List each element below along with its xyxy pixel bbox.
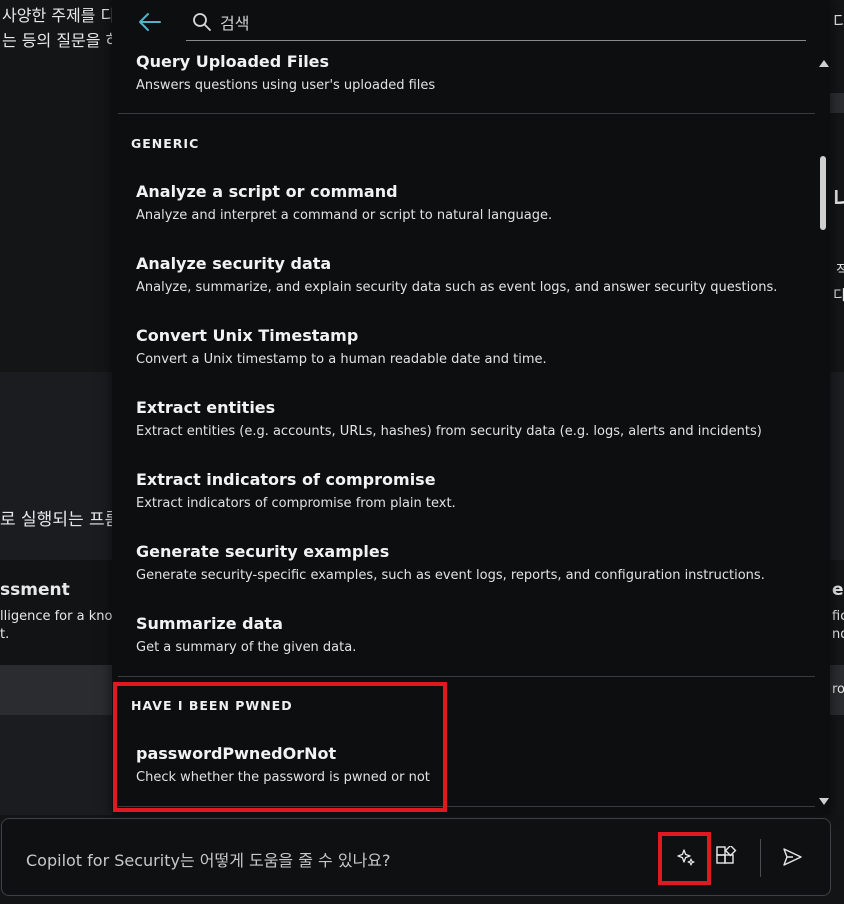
prompt-item-extract-entities[interactable]: Extract entities Extract entities (e.g. … [136, 398, 796, 441]
prompt-item-query-uploaded-files[interactable]: Query Uploaded Files Answers questions u… [136, 52, 796, 95]
prompt-description: Extract entities (e.g. accounts, URLs, h… [136, 424, 762, 439]
section-divider [118, 806, 815, 807]
prompt-title: Summarize data [136, 614, 283, 633]
prompt-item-extract-ioc[interactable]: Extract indicators of compromise Extract… [136, 470, 796, 513]
scrollbar[interactable] [816, 46, 830, 814]
prompt-input[interactable] [24, 847, 628, 873]
plugins-grid-icon[interactable] [710, 841, 742, 873]
prompt-title: Analyze a script or command [136, 182, 398, 201]
prompt-title: Convert Unix Timestamp [136, 326, 359, 345]
prompt-title: Query Uploaded Files [136, 52, 330, 71]
search-icon [192, 12, 212, 32]
background-text: 로 실행되는 프롬 [0, 510, 121, 530]
prompt-description: Analyze, summarize, and explain security… [136, 280, 778, 295]
background-card-desc: nd [832, 627, 844, 642]
prompt-title: Extract entities [136, 398, 276, 417]
search-field [186, 6, 806, 41]
background-left-band [0, 372, 112, 560]
prompt-description: Generate security-specific examples, suc… [136, 568, 765, 583]
background-strip-text: ro [832, 682, 844, 697]
background-text: 는 등의 질문을 하 [2, 31, 121, 50]
background-text: 디 [833, 12, 844, 31]
send-icon[interactable] [776, 841, 808, 873]
prompt-list: Query Uploaded Files Answers questions u… [112, 46, 816, 814]
background-left-pane [0, 0, 112, 372]
background-card-title: en [832, 580, 844, 600]
search-input[interactable] [218, 9, 782, 37]
prompt-picker-panel: Query Uploaded Files Answers questions u… [112, 0, 830, 814]
scrollbar-thumb[interactable] [820, 156, 826, 230]
search-bar [112, 0, 830, 46]
scroll-up-arrow-icon[interactable] [819, 60, 829, 67]
prompt-description: Extract indicators of compromise from pl… [136, 496, 456, 511]
prompt-description: Check whether the password is pwned or n… [136, 770, 430, 785]
toolbar-separator [760, 839, 761, 877]
background-card-desc: lligence for a know [0, 609, 124, 624]
prompt-item-analyze-security-data[interactable]: Analyze security data Analyze, summarize… [136, 254, 796, 297]
prompt-title: Extract indicators of compromise [136, 470, 436, 489]
background-text: 적 [836, 263, 844, 279]
prompt-item-generate-security-examples[interactable]: Generate security examples Generate secu… [136, 542, 796, 585]
prompt-item-summarize-data[interactable]: Summarize data Get a summary of the give… [136, 614, 796, 657]
background-right-band [830, 372, 844, 560]
section-divider [118, 676, 815, 677]
background-left-lower [0, 715, 112, 815]
background-left-strip [0, 665, 112, 715]
prompt-title: Generate security examples [136, 542, 390, 561]
prompt-item-password-pwned-or-not[interactable]: passwordPwnedOrNot Check whether the pas… [136, 744, 796, 787]
section-header-generic: GENERIC [131, 136, 200, 151]
section-header-have-i-been-pwned: HAVE I BEEN PWNED [131, 698, 293, 713]
sparkle-icon[interactable] [670, 841, 702, 873]
background-text: 디 [833, 288, 844, 304]
background-card-title: ssment [0, 580, 70, 600]
prompt-description: Convert a Unix timestamp to a human read… [136, 352, 547, 367]
background-card-desc: fic [832, 609, 844, 624]
prompt-description: Analyze and interpret a command or scrip… [136, 208, 553, 223]
prompt-title: Analyze security data [136, 254, 332, 273]
prompt-description: Get a summary of the given data. [136, 640, 357, 655]
prompt-item-convert-unix-timestamp[interactable]: Convert Unix Timestamp Convert a Unix ti… [136, 326, 796, 369]
scroll-down-arrow-icon[interactable] [819, 798, 829, 805]
background-text: 니 [833, 188, 844, 213]
section-divider [118, 113, 815, 114]
prompt-bar [1, 818, 831, 896]
prompt-description: Answers questions using user's uploaded … [136, 78, 436, 93]
background-text: 사양한 주제를 디 [2, 6, 116, 25]
prompt-title: passwordPwnedOrNot [136, 744, 337, 763]
prompt-item-analyze-script[interactable]: Analyze a script or command Analyze and … [136, 182, 796, 225]
arrow-left-icon[interactable] [136, 10, 164, 34]
background-card-desc: t. [0, 627, 10, 642]
background-right-strip [830, 93, 844, 113]
